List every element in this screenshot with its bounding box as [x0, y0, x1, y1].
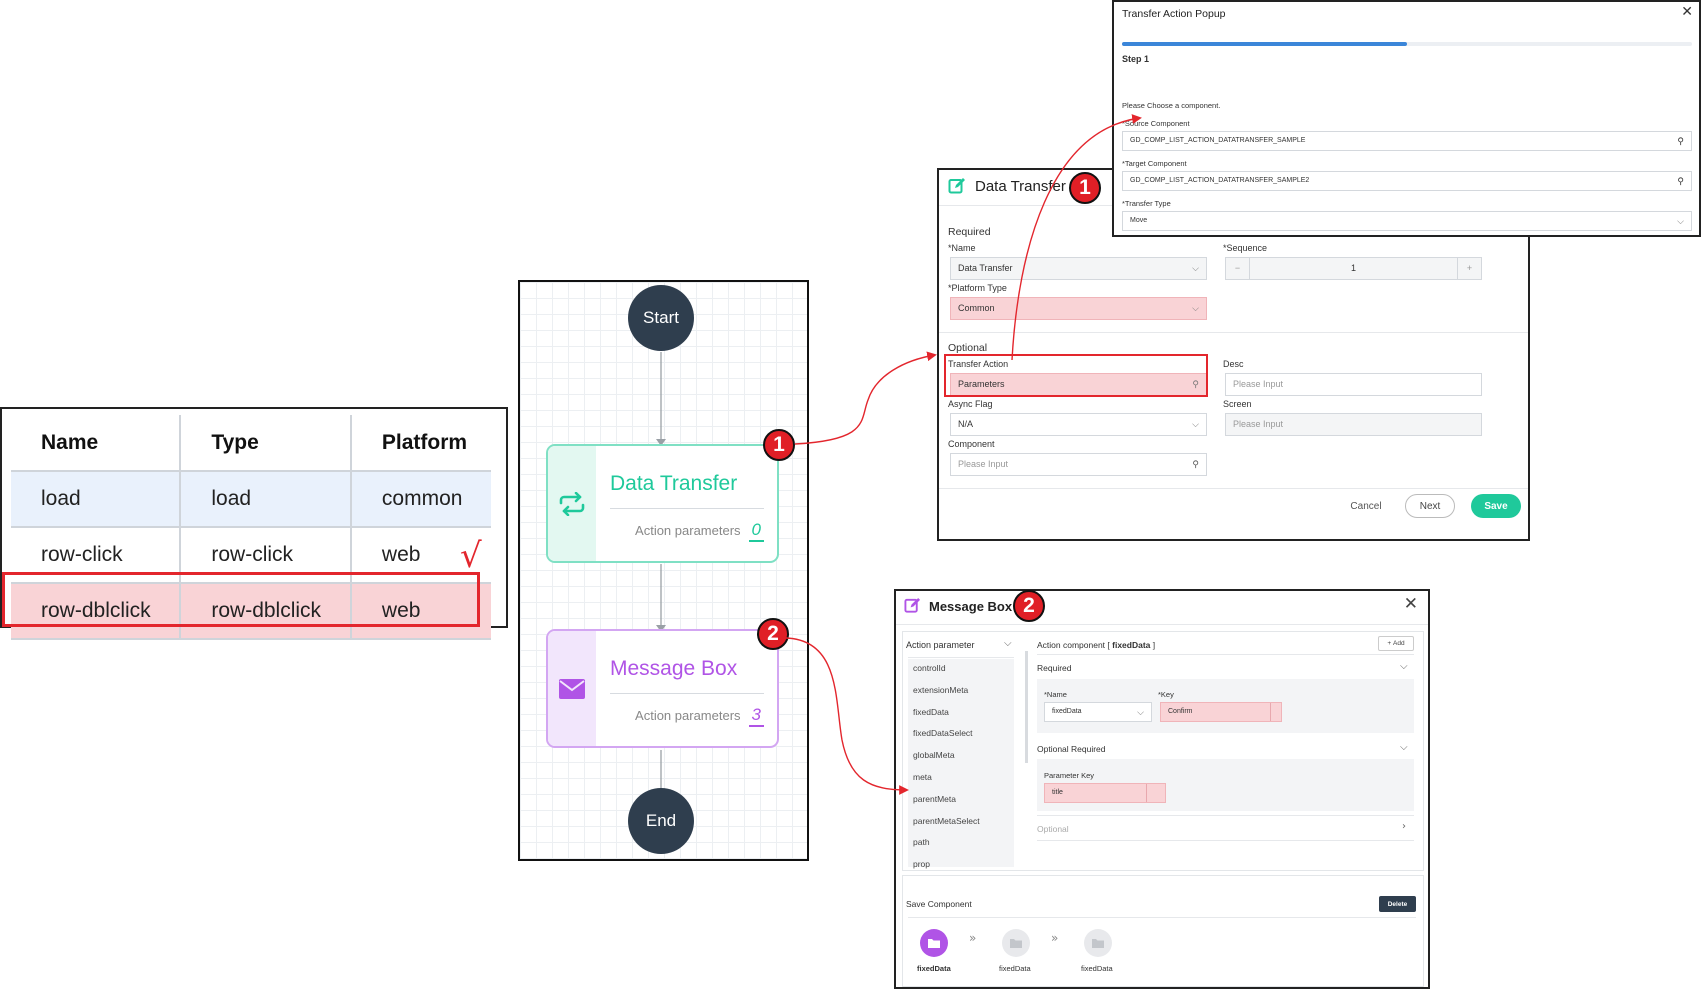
arrow-transfer-to-popup	[1011, 114, 1142, 361]
arrow-node2-to-messagebox	[785, 637, 909, 795]
callout-arrows	[785, 114, 1142, 795]
arrow-node1-to-dialog	[794, 351, 937, 445]
